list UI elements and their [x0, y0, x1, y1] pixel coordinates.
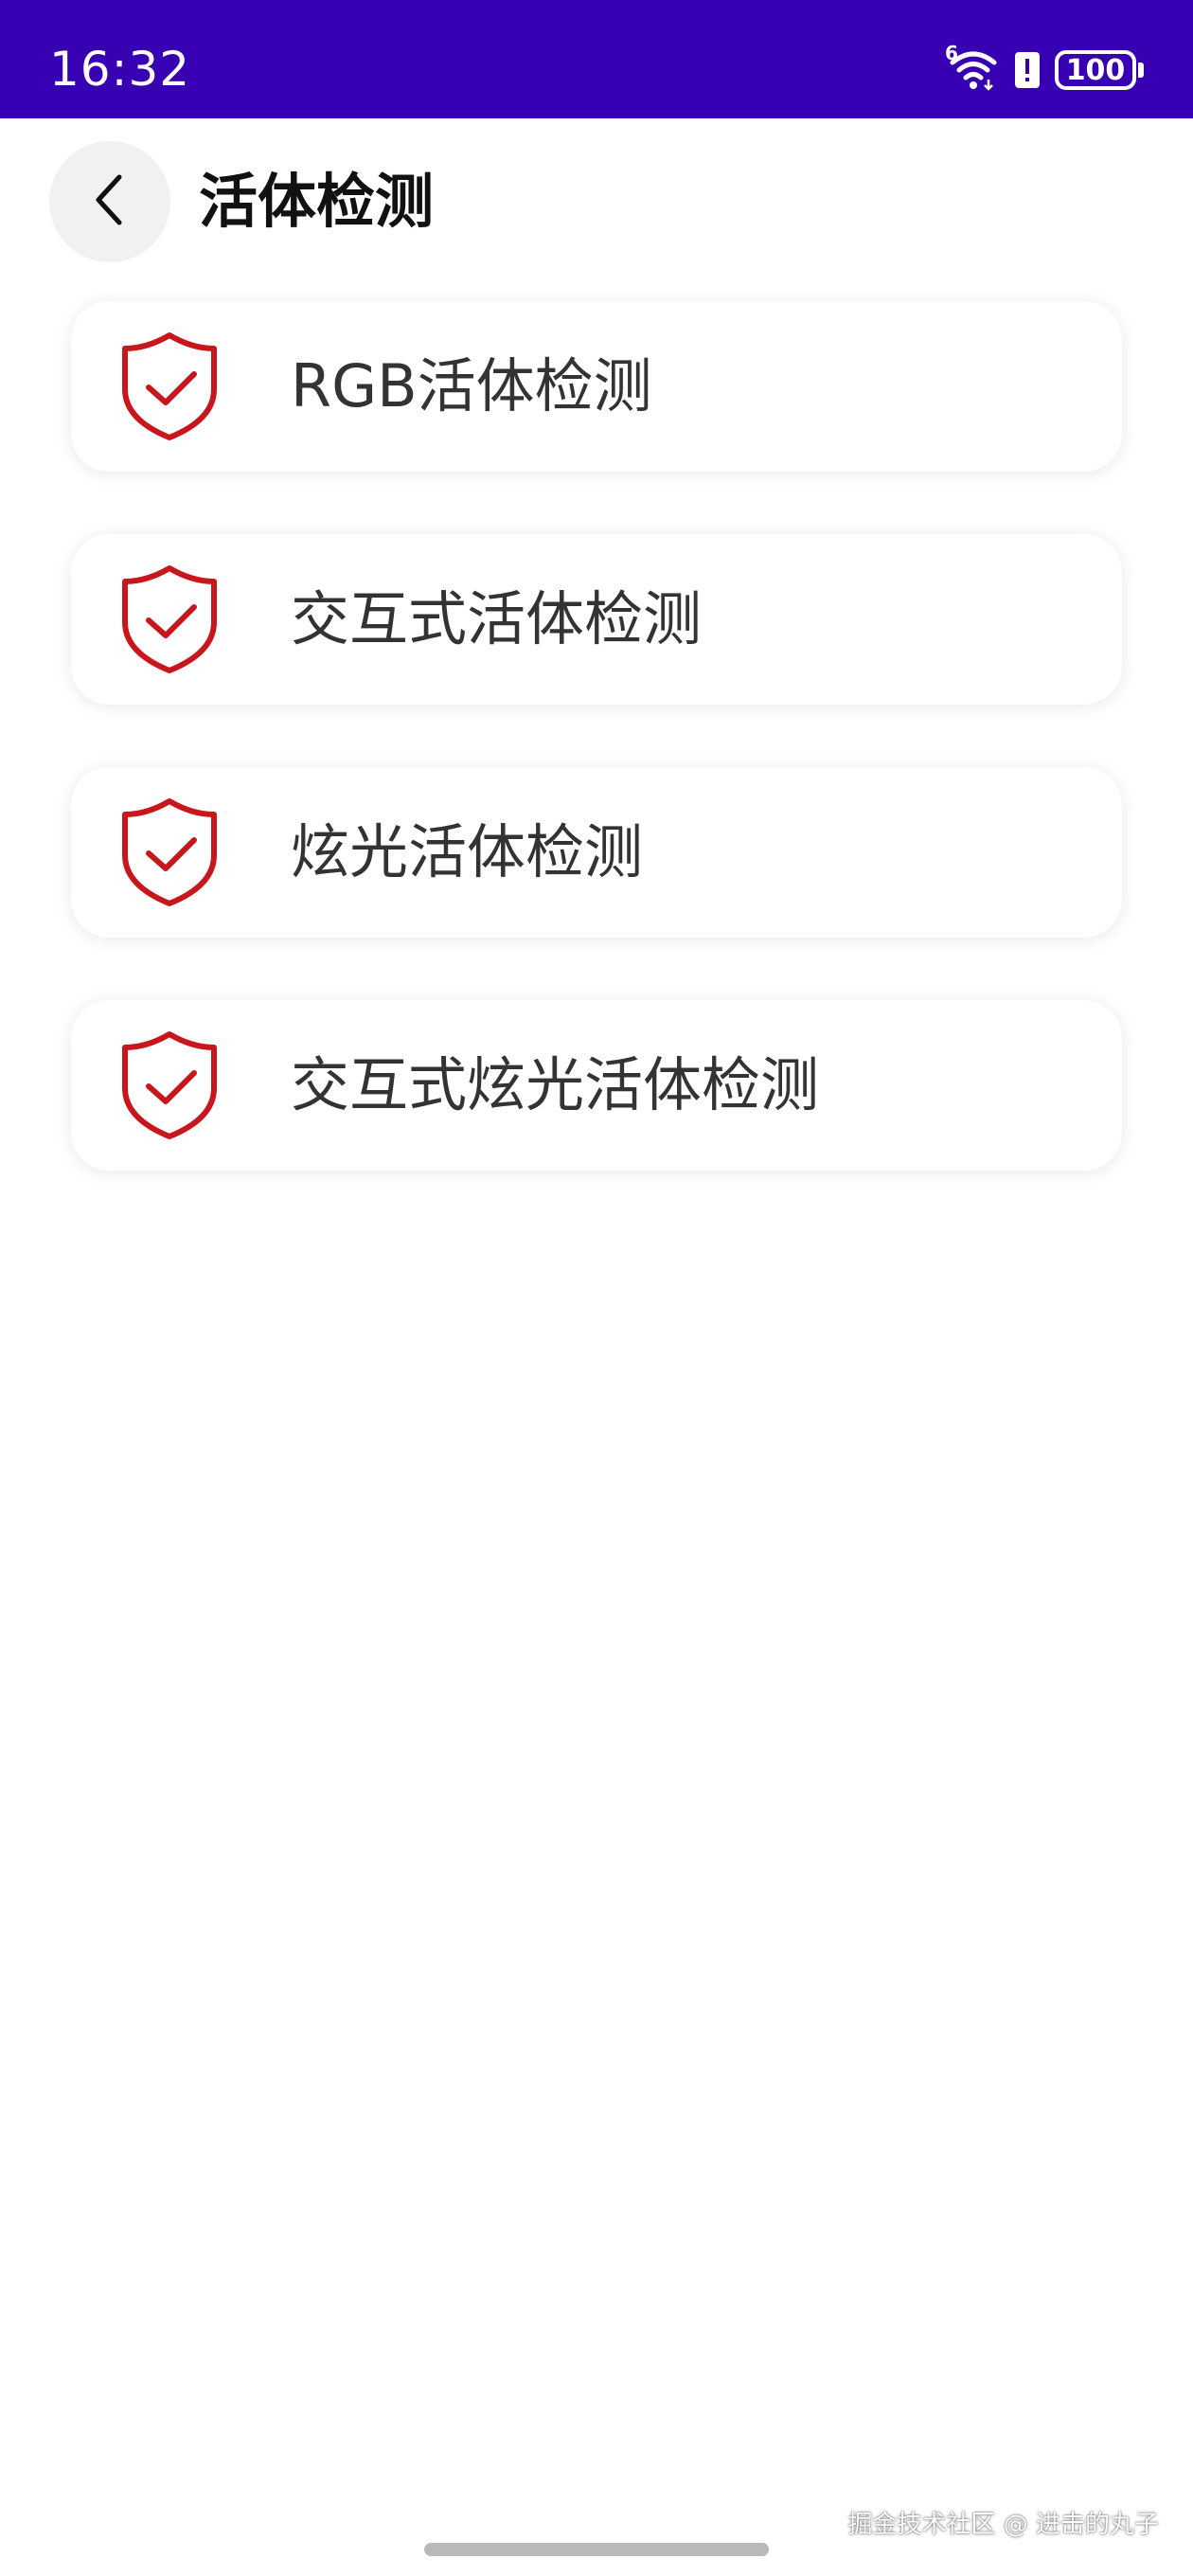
app-header: 活体检测 — [0, 118, 1193, 289]
alert-icon — [1013, 50, 1042, 90]
menu-item-interactive-flash-liveness[interactable]: 交互式炫光活体检测 — [71, 1000, 1122, 1171]
menu-list: RGB活体检测 交互式活体检测 炫光活体检测 交互式炫光活体检测 — [71, 301, 1122, 1233]
shield-check-icon — [120, 796, 219, 908]
menu-item-interactive-liveness[interactable]: 交互式活体检测 — [71, 534, 1122, 705]
menu-item-label: 炫光活体检测 — [291, 817, 644, 886]
shield-check-icon — [120, 331, 219, 442]
battery-cap — [1138, 63, 1144, 78]
back-button[interactable] — [49, 141, 170, 262]
wifi-icon: 6 — [945, 42, 1000, 93]
page-title: 活体检测 — [199, 167, 435, 236]
status-icons: 6 100 — [945, 42, 1144, 98]
menu-item-flash-liveness[interactable]: 炫光活体检测 — [71, 767, 1122, 938]
battery-icon: 100 — [1055, 50, 1144, 90]
chevron-left-icon — [91, 171, 129, 232]
shield-check-icon — [120, 564, 219, 675]
menu-item-label: 交互式炫光活体检测 — [291, 1050, 820, 1119]
status-time: 16:32 — [49, 42, 191, 97]
status-bar: 16:32 6 100 — [0, 0, 1193, 118]
watermark: 掘金技术社区 @ 进击的丸子 — [847, 2511, 1159, 2539]
network-label: 6 — [945, 42, 958, 64]
menu-item-label: 交互式活体检测 — [291, 584, 703, 653]
shield-check-icon — [120, 1029, 219, 1141]
home-indicator[interactable] — [424, 2543, 769, 2556]
battery-level: 100 — [1055, 50, 1136, 90]
menu-item-label: RGB活体检测 — [291, 351, 652, 420]
menu-item-rgb-liveness[interactable]: RGB活体检测 — [71, 301, 1122, 472]
